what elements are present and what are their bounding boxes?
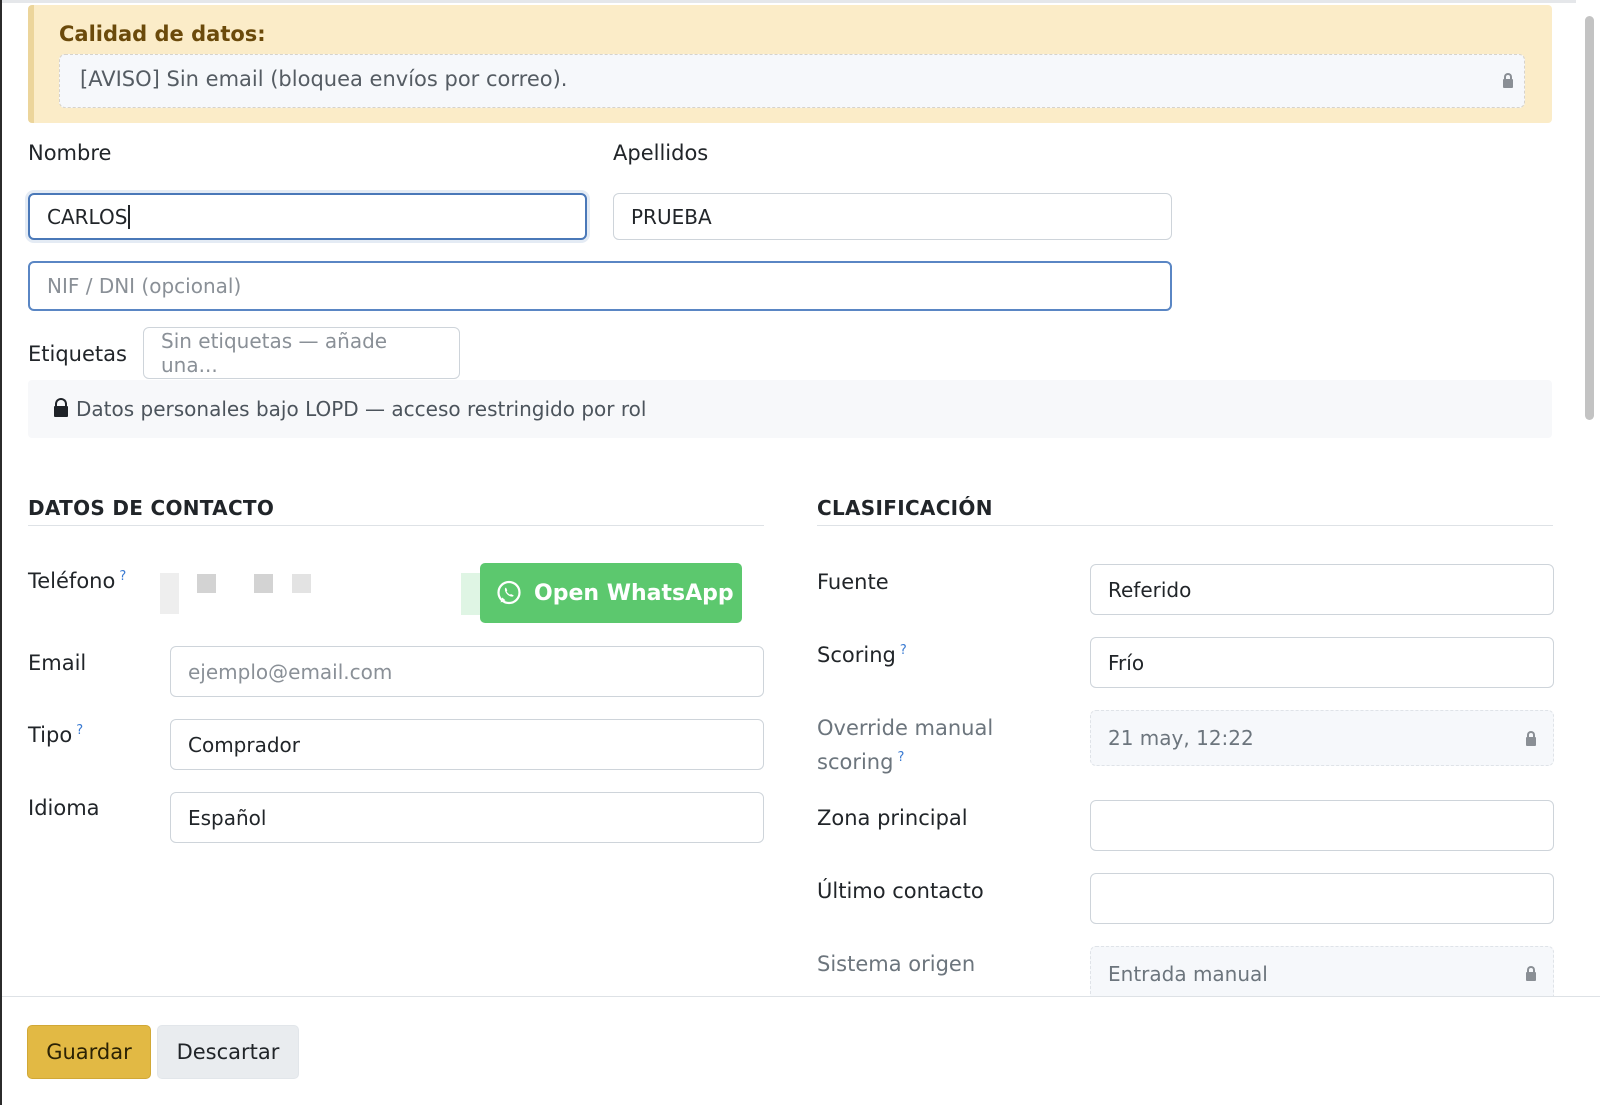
nombre-value: CARLOS <box>47 204 128 229</box>
scoring-value: Frío <box>1108 650 1145 675</box>
window-left-edge <box>0 0 2 1105</box>
apellidos-value: PRUEBA <box>631 204 712 229</box>
scrollbar-thumb[interactable] <box>1585 16 1594 420</box>
zona-principal-label: Zona principal <box>817 806 968 830</box>
data-quality-title: Calidad de datos: <box>59 22 266 46</box>
open-whatsapp-button[interactable]: Open WhatsApp <box>480 563 742 623</box>
fuente-label: Fuente <box>817 570 889 594</box>
telefono-label: Teléfono? <box>28 569 127 593</box>
apellidos-input[interactable]: PRUEBA <box>613 193 1172 240</box>
override-scoring-label-line2: scoring? <box>817 750 905 774</box>
contact-section-divider <box>28 525 764 526</box>
email-input[interactable]: ejemplo@email.com <box>170 646 764 697</box>
help-icon[interactable]: ? <box>76 723 83 738</box>
email-placeholder: ejemplo@email.com <box>188 659 393 684</box>
scoring-select[interactable]: Frío <box>1090 637 1554 688</box>
etiquetas-label: Etiquetas <box>28 342 127 366</box>
phone-redacted <box>160 573 179 614</box>
help-icon[interactable]: ? <box>900 643 907 658</box>
override-scoring-field: 21 may, 12:22 <box>1090 710 1554 766</box>
nif-placeholder: NIF / DNI (opcional) <box>47 274 242 298</box>
contact-section-title: DATOS DE CONTACTO <box>28 496 275 520</box>
sistema-origen-label: Sistema origen <box>817 952 976 976</box>
sistema-origen-value: Entrada manual <box>1108 962 1268 986</box>
idioma-select[interactable]: Español <box>170 792 764 843</box>
nombre-input[interactable]: CARLOS <box>28 193 587 240</box>
window-top-edge <box>0 0 1600 3</box>
phone-redacted <box>292 574 311 593</box>
data-quality-message: [AVISO] Sin email (bloquea envíos por co… <box>80 67 568 91</box>
open-whatsapp-label: Open WhatsApp <box>534 580 734 606</box>
nombre-label: Nombre <box>28 141 112 165</box>
ultimo-contacto-label: Último contacto <box>817 879 984 903</box>
privacy-note-text: Datos personales bajo LOPD — acceso rest… <box>76 397 647 421</box>
fuente-value: Referido <box>1108 577 1192 602</box>
help-icon[interactable]: ? <box>897 750 904 765</box>
help-icon[interactable]: ? <box>119 569 126 584</box>
override-scoring-label: Override manual <box>817 716 994 740</box>
tipo-select[interactable]: Comprador <box>170 719 764 770</box>
discard-button[interactable]: Descartar <box>157 1025 299 1079</box>
override-scoring-value: 21 may, 12:22 <box>1108 726 1254 750</box>
whatsapp-icon <box>497 580 521 605</box>
etiquetas-placeholder: Sin etiquetas — añade una... <box>161 329 388 377</box>
classification-section-title: CLASIFICACIÓN <box>817 496 993 520</box>
tipo-value: Comprador <box>188 732 301 757</box>
ultimo-contacto-input[interactable] <box>1090 873 1554 924</box>
email-label: Email <box>28 651 87 675</box>
lock-icon <box>1526 731 1536 746</box>
scoring-label: Scoring? <box>817 643 907 667</box>
apellidos-label: Apellidos <box>613 141 709 165</box>
tipo-label: Tipo? <box>28 723 84 747</box>
phone-redacted <box>254 574 273 593</box>
lock-icon <box>1503 73 1513 88</box>
classification-section-divider <box>817 525 1553 526</box>
text-caret <box>128 204 131 229</box>
idioma-label: Idioma <box>28 796 100 820</box>
lock-icon <box>1526 966 1536 981</box>
fuente-select[interactable]: Referido <box>1090 564 1554 615</box>
nif-input[interactable]: NIF / DNI (opcional) <box>28 261 1172 311</box>
sistema-origen-field: Entrada manual <box>1090 946 1554 1002</box>
etiquetas-input[interactable]: Sin etiquetas — añade una... <box>143 327 460 379</box>
idioma-value: Español <box>188 805 267 830</box>
lock-icon <box>54 398 68 417</box>
phone-redacted <box>197 574 216 593</box>
save-button[interactable]: Guardar <box>27 1025 151 1079</box>
zona-principal-input[interactable] <box>1090 800 1554 851</box>
